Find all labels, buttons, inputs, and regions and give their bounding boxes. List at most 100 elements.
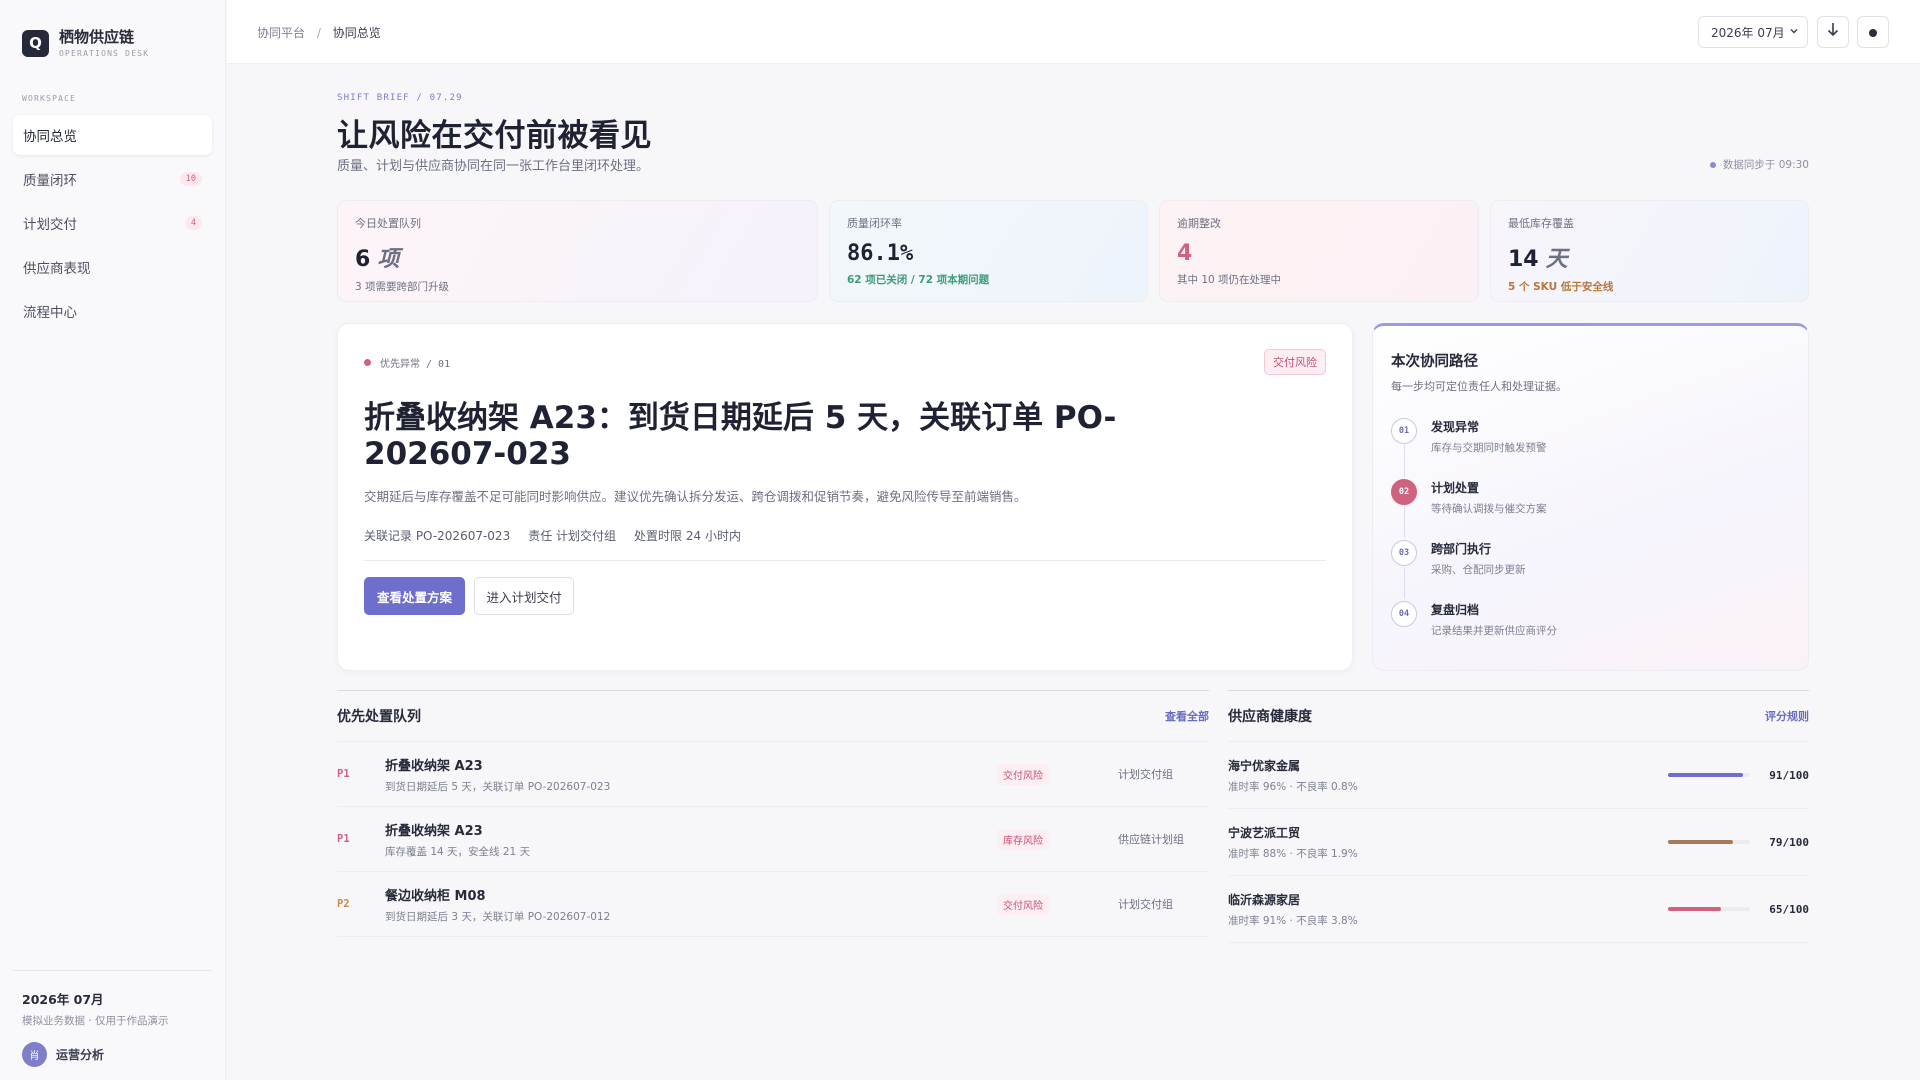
list-item[interactable]: 临沂森源家居 准时率 91% · 不良率 3.8% 65/100	[1228, 876, 1809, 943]
panel-title: 优先处置队列	[337, 709, 421, 725]
supplier-name: 海宁优家金属	[1228, 758, 1301, 773]
kpi-card-inventory[interactable]: 最低库存覆盖 14 天 5 个 SKU 低于安全线	[1490, 200, 1809, 302]
list-item[interactable]: 海宁优家金属 准时率 96% · 不良率 0.8% 91/100	[1228, 742, 1809, 809]
kpi-note: 其中 10 项仍在处理中	[1177, 274, 1282, 286]
list-item[interactable]: 宁波艺派工贸 准时率 88% · 不良率 1.9% 79/100	[1228, 809, 1809, 876]
step-number: 02	[1391, 479, 1417, 505]
meta-deadline: 处置时限 24 小时内	[634, 529, 741, 543]
panel-header: 供应商健康度 评分规则	[1228, 691, 1809, 742]
kpi-unit: 天	[1545, 246, 1568, 272]
sync-text: 数据同步于 09:30	[1722, 159, 1809, 171]
page-title: 让风险在交付前被看见	[337, 118, 652, 154]
download-button[interactable]	[1817, 16, 1849, 48]
step-number: 04	[1391, 601, 1417, 627]
user-name: 运营分析	[56, 1048, 105, 1062]
row-title: 折叠收纳架 A23	[385, 758, 483, 774]
user-profile[interactable]: 肖 运营分析	[22, 1042, 203, 1067]
go-delivery-button[interactable]: 进入计划交付	[474, 577, 574, 615]
breadcrumb-separator: /	[316, 26, 321, 40]
score-bar-fill	[1668, 840, 1733, 844]
score-value: 65/100	[1769, 902, 1809, 916]
score-bar	[1668, 773, 1750, 777]
panel-header: 优先处置队列 查看全部	[337, 691, 1209, 742]
kpi-value-row: 6 项	[355, 241, 800, 273]
path-steps: 01 发现异常 库存与交期同时触发预警 02 计划处置 等待确认调拨与催交方案 …	[1391, 416, 1557, 660]
shift-brief-eyebrow: SHIFT BRIEF / 07.29	[337, 93, 463, 103]
scoring-rules-link[interactable]: 评分规则	[1765, 708, 1809, 724]
sidebar-item-delivery[interactable]: 计划交付 4	[13, 203, 212, 243]
priority-exception-card: 优先异常 / 01 交付风险 折叠收纳架 A23：到货日期延后 5 天，关联订单…	[337, 323, 1353, 671]
priority-label: P1	[337, 833, 350, 845]
table-row[interactable]: P1 折叠收纳架 A23 库存覆盖 14 天，安全线 21 天 库存风险 供应链…	[337, 807, 1209, 872]
sidebar-item-quality[interactable]: 质量闭环 10	[13, 159, 212, 199]
kpi-note: 3 项需要跨部门升级	[355, 281, 450, 293]
sync-status: 数据同步于 09:30	[1709, 157, 1809, 172]
step-connector	[1404, 506, 1405, 538]
footer-note: 模拟业务数据 · 仅用于作品演示	[22, 1015, 169, 1027]
kpi-unit: 项	[377, 246, 400, 272]
breadcrumb: 协同平台 / 协同总览	[257, 24, 381, 41]
table-row[interactable]: P2 餐边收纳柜 M08 到货日期延后 3 天，关联订单 PO-202607-0…	[337, 872, 1209, 937]
sidebar: Q 栖物供应链 OPERATIONS DESK WORKSPACE 协同总览 质…	[0, 0, 226, 1080]
topbar: 协同平台 / 协同总览 2026年 07月	[227, 0, 1920, 64]
sidebar-item-label: 流程中心	[23, 305, 77, 321]
kpi-card-queue[interactable]: 今日处置队列 6 项 3 项需要跨部门升级	[337, 200, 818, 302]
owner-label: 计划交付组	[1118, 768, 1173, 781]
path-step-active[interactable]: 02 计划处置 等待确认调拨与催交方案	[1391, 479, 1557, 538]
table-row[interactable]: P1 折叠收纳架 A23 到货日期延后 5 天，关联订单 PO-202607-0…	[337, 742, 1209, 807]
supplier-stats: 准时率 88% · 不良率 1.9%	[1228, 847, 1358, 860]
breadcrumb-item[interactable]: 协同平台	[257, 26, 305, 40]
kpi-value: 14	[1508, 247, 1539, 272]
sidebar-item-process[interactable]: 流程中心	[13, 291, 212, 331]
brand-subtitle: OPERATIONS DESK	[59, 49, 150, 58]
brand-name: 栖物供应链	[59, 28, 135, 46]
risk-tag: 交付风险	[997, 763, 1049, 785]
kpi-value: 6	[355, 247, 371, 272]
score-value: 79/100	[1769, 835, 1809, 849]
kpi-card-overdue[interactable]: 逾期整改 4 其中 10 项仍在处理中	[1159, 200, 1479, 302]
kpi-note: 62 项已关闭 / 72 项本期问题	[847, 274, 990, 286]
status-dot-icon	[1709, 161, 1716, 168]
breadcrumb-current: 协同总览	[332, 26, 381, 40]
step-title: 跨部门执行	[1431, 542, 1492, 556]
kpi-label: 逾期整改	[1177, 217, 1221, 230]
divider	[364, 560, 1326, 561]
download-icon	[1826, 22, 1840, 42]
row-subtitle: 到货日期延后 5 天，关联订单 PO-202607-023	[385, 780, 611, 793]
priority-label: P1	[337, 768, 350, 780]
view-plan-button[interactable]: 查看处置方案	[364, 577, 465, 615]
step-description: 库存与交期同时触发预警	[1431, 442, 1547, 454]
sidebar-item-suppliers[interactable]: 供应商表现	[13, 247, 212, 287]
sidebar-item-label: 供应商表现	[23, 261, 91, 277]
score-bar	[1668, 840, 1750, 844]
sidebar-item-overview[interactable]: 协同总览	[13, 115, 212, 155]
supplier-name: 临沂森源家居	[1228, 892, 1301, 907]
path-step[interactable]: 01 发现异常 库存与交期同时触发预警	[1391, 418, 1557, 477]
exception-meta: 关联记录 PO-202607-023 责任 计划交付组 处置时限 24 小时内	[364, 527, 741, 544]
kpi-value-row: 86.1%	[847, 241, 1130, 266]
view-all-link[interactable]: 查看全部	[1165, 708, 1209, 724]
kpi-card-quality[interactable]: 质量闭环率 86.1% 62 项已关闭 / 72 项本期问题	[829, 200, 1148, 302]
step-number: 01	[1391, 418, 1417, 444]
risk-tag: 交付风险	[997, 893, 1049, 915]
count-badge: 4	[184, 216, 202, 230]
month-select-value: 2026年 07月	[1711, 25, 1785, 40]
month-select[interactable]: 2026年 07月	[1698, 16, 1808, 48]
avatar: 肖	[22, 1042, 47, 1067]
step-connector	[1404, 445, 1405, 477]
kpi-value: 86.1%	[847, 241, 914, 266]
kpi-label: 质量闭环率	[847, 217, 902, 230]
brand[interactable]: Q 栖物供应链 OPERATIONS DESK	[22, 28, 149, 58]
step-description: 采购、仓配同步更新	[1431, 564, 1526, 576]
theme-button[interactable]	[1857, 16, 1889, 48]
meta-owner: 责任 计划交付组	[528, 529, 617, 543]
score-bar-fill	[1668, 773, 1743, 777]
path-step[interactable]: 04 复盘归档 记录结果并更新供应商评分	[1391, 601, 1557, 660]
risk-badge: 交付风险	[1264, 349, 1326, 375]
sidebar-nav: 协同总览 质量闭环 10 计划交付 4 供应商表现 流程中心	[13, 115, 212, 335]
path-step[interactable]: 03 跨部门执行 采购、仓配同步更新	[1391, 540, 1557, 599]
step-title: 发现异常	[1431, 420, 1480, 434]
kpi-label: 最低库存覆盖	[1508, 217, 1574, 230]
risk-tag: 库存风险	[997, 828, 1049, 850]
dot-icon	[1868, 23, 1878, 42]
